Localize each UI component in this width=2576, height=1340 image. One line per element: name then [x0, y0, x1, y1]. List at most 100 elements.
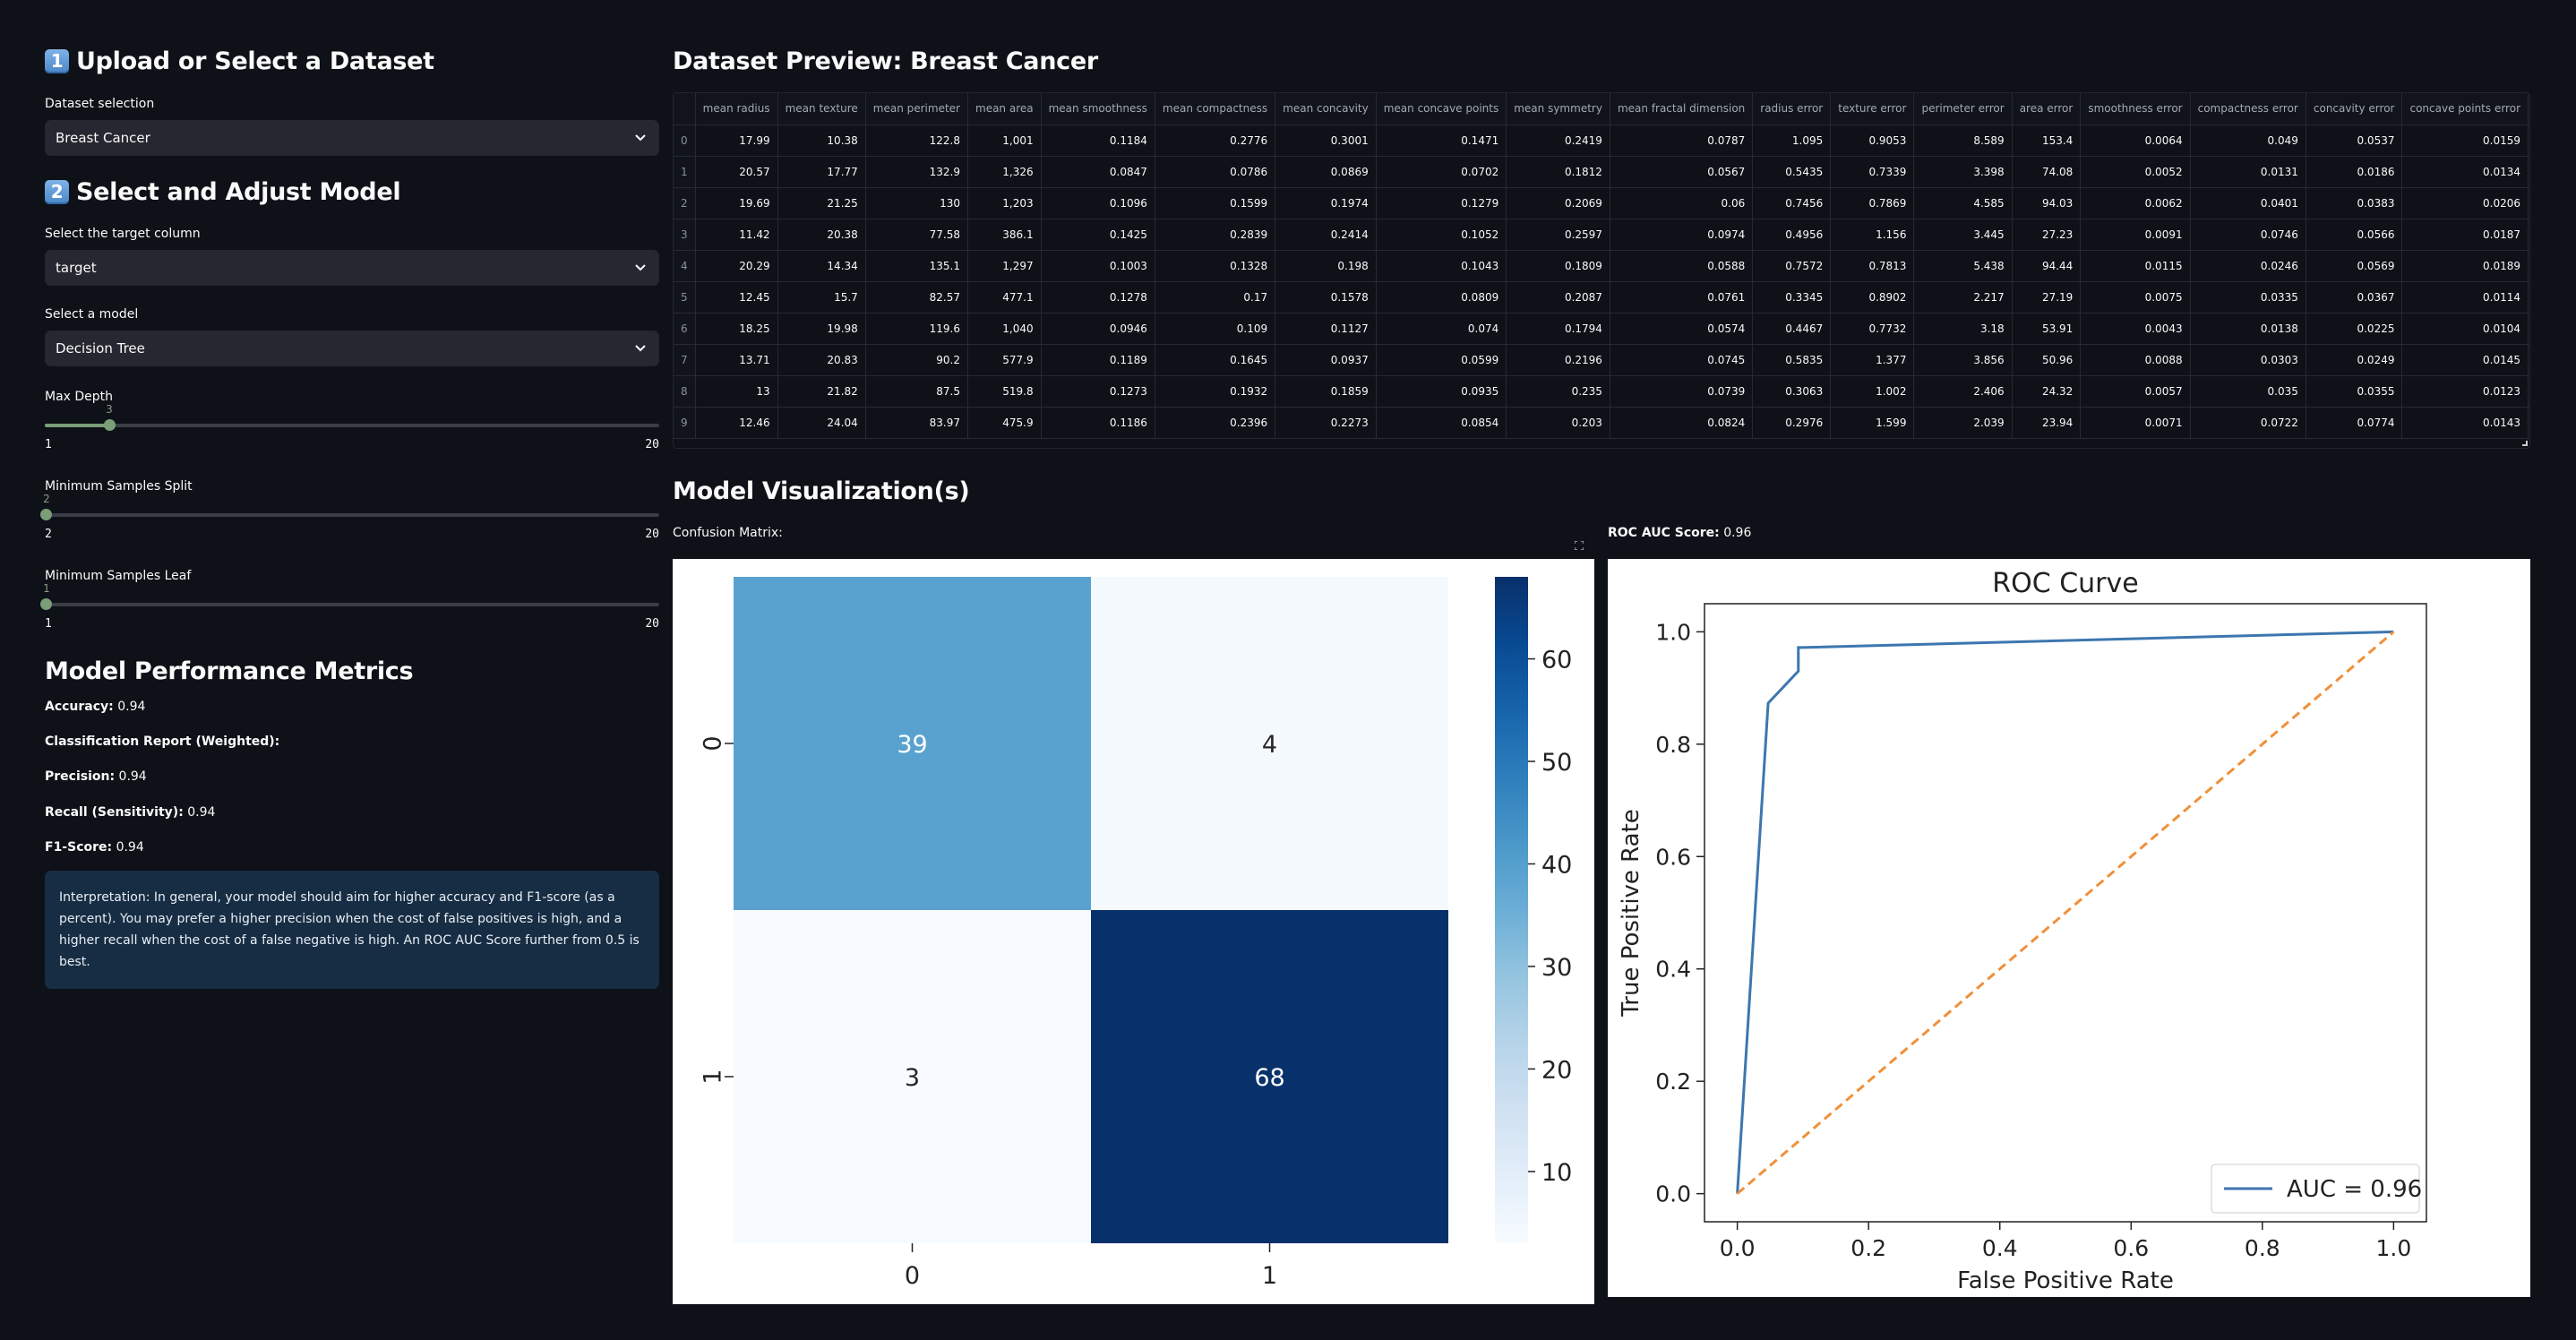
table-cell[interactable]: 0.0537	[2306, 125, 2403, 157]
table-cell[interactable]: 0.1278	[1041, 281, 1155, 314]
table-cell[interactable]: 0.0062	[2080, 187, 2191, 219]
table-cell[interactable]: 53.91	[2012, 313, 2082, 345]
table-cell[interactable]: 0.0574	[1610, 313, 1754, 345]
table-cell[interactable]: 0.2414	[1275, 219, 1377, 251]
table-cell[interactable]: 0.7732	[1830, 313, 1915, 345]
table-cell[interactable]: 0.5435	[1752, 156, 1832, 188]
table-cell[interactable]: 0.1932	[1155, 375, 1276, 408]
table-cell[interactable]: 20.83	[777, 344, 866, 376]
table-cell[interactable]: 0.2273	[1275, 407, 1377, 439]
table-cell[interactable]: 0.235	[1506, 375, 1610, 408]
table-cell[interactable]: 1.156	[1830, 219, 1915, 251]
table-cell[interactable]: 0.0134	[2401, 156, 2529, 188]
table-cell[interactable]: 1,040	[967, 313, 1042, 345]
table-cell[interactable]: 0.1794	[1506, 313, 1610, 345]
table-cell[interactable]: 3.445	[1913, 219, 2013, 251]
table-cell[interactable]	[2528, 344, 2529, 376]
table-cell[interactable]: 0.0567	[1610, 156, 1754, 188]
table-cell[interactable]: 132.9	[865, 156, 969, 188]
row-index[interactable]: 1	[674, 156, 696, 188]
table-cell[interactable]	[2528, 313, 2529, 345]
table-cell[interactable]: 0.0249	[2306, 344, 2403, 376]
table-cell[interactable]: 0.7456	[1752, 187, 1832, 219]
table-cell[interactable]: 0.0599	[1376, 344, 1507, 376]
table-cell[interactable]: 0.0935	[1376, 375, 1507, 408]
table-cell[interactable]: 0.035	[2190, 375, 2306, 408]
table-cell[interactable]: 5.438	[1913, 250, 2013, 282]
table-cell[interactable]: 0.0847	[1041, 156, 1155, 188]
row-index[interactable]: 4	[674, 250, 696, 282]
table-cell[interactable]: 0.4467	[1752, 313, 1832, 345]
table-cell[interactable]	[2528, 219, 2529, 251]
column-header[interactable]: mean texture	[777, 93, 866, 125]
row-index[interactable]: 5	[674, 281, 696, 314]
table-cell[interactable]: 12.45	[695, 281, 778, 314]
table-cell[interactable]: 0.1599	[1155, 187, 1276, 219]
table-cell[interactable]: 4.585	[1913, 187, 2013, 219]
table-cell[interactable]: 3.398	[1913, 156, 2013, 188]
table-cell[interactable]: 153.4	[2012, 125, 2082, 157]
row-index[interactable]: 8	[674, 375, 696, 408]
table-cell[interactable]: 0.0189	[2401, 250, 2529, 282]
table-cell[interactable]: 0.1003	[1041, 250, 1155, 282]
table-cell[interactable]: 2.217	[1913, 281, 2013, 314]
table-cell[interactable]: 0.1279	[1376, 187, 1507, 219]
table-cell[interactable]: 0.0566	[2306, 219, 2403, 251]
table-cell[interactable]: 0.198	[1275, 250, 1377, 282]
table-cell[interactable]: 20.57	[695, 156, 778, 188]
table-cell[interactable]: 0.8902	[1830, 281, 1915, 314]
slider-thumb[interactable]	[40, 509, 52, 520]
table-cell[interactable]: 13	[695, 375, 778, 408]
table-cell[interactable]: 18.25	[695, 313, 778, 345]
table-cell[interactable]: 577.9	[967, 344, 1042, 376]
table-cell[interactable]: 0.4956	[1752, 219, 1832, 251]
table-cell[interactable]: 0.0335	[2190, 281, 2306, 314]
target-select[interactable]: target	[45, 250, 659, 286]
min-samples-leaf-slider[interactable]: 1 1 20	[40, 571, 659, 633]
table-cell[interactable]: 0.0143	[2401, 407, 2529, 439]
table-cell[interactable]: 0.0739	[1610, 375, 1754, 408]
column-header[interactable]: perimeter error	[1913, 93, 2013, 125]
column-header[interactable]: smoothness error	[2080, 93, 2191, 125]
table-cell[interactable]: 0.0123	[2401, 375, 2529, 408]
slider-thumb[interactable]	[40, 598, 52, 610]
table-cell[interactable]: 0.0383	[2306, 187, 2403, 219]
table-cell[interactable]: 519.8	[967, 375, 1042, 408]
table-resize-handle-icon[interactable]	[2522, 441, 2528, 446]
table-cell[interactable]: 0.049	[2190, 125, 2306, 157]
table-cell[interactable]: 0.0131	[2190, 156, 2306, 188]
table-cell[interactable]: 3.856	[1913, 344, 2013, 376]
table-cell[interactable]: 0.0104	[2401, 313, 2529, 345]
table-cell[interactable]: 0.0367	[2306, 281, 2403, 314]
table-cell[interactable]: 1,001	[967, 125, 1042, 157]
table-cell[interactable]: 0.1328	[1155, 250, 1276, 282]
table-cell[interactable]: 20.29	[695, 250, 778, 282]
table-cell[interactable]: 12.46	[695, 407, 778, 439]
column-header[interactable]: mean compactness	[1155, 93, 1276, 125]
table-cell[interactable]: 0.1043	[1376, 250, 1507, 282]
dataset-select[interactable]: Breast Cancer	[45, 120, 659, 156]
table-cell[interactable]: 0.0186	[2306, 156, 2403, 188]
table-cell[interactable]: 19.98	[777, 313, 866, 345]
row-index[interactable]: 0	[674, 125, 696, 157]
table-cell[interactable]: 0.0787	[1610, 125, 1754, 157]
column-header[interactable]: concavity error	[2306, 93, 2403, 125]
column-header[interactable]: mean area	[967, 93, 1042, 125]
column-header[interactable]: radius error	[1752, 93, 1832, 125]
table-cell[interactable]: 0.1859	[1275, 375, 1377, 408]
table-cell[interactable]: 0.5835	[1752, 344, 1832, 376]
table-cell[interactable]: 0.1425	[1041, 219, 1155, 251]
table-cell[interactable]: 0.0159	[2401, 125, 2529, 157]
table-cell[interactable]: 0.0722	[2190, 407, 2306, 439]
table-cell[interactable]: 0.203	[1506, 407, 1610, 439]
row-index[interactable]: 3	[674, 219, 696, 251]
table-cell[interactable]: 0.0114	[2401, 281, 2529, 314]
table-cell[interactable]: 0.17	[1155, 281, 1276, 314]
table-cell[interactable]: 0.06	[1610, 187, 1754, 219]
table-cell[interactable]: 0.0588	[1610, 250, 1754, 282]
table-cell[interactable]: 0.3063	[1752, 375, 1832, 408]
table-cell[interactable]: 0.3345	[1752, 281, 1832, 314]
table-cell[interactable]: 386.1	[967, 219, 1042, 251]
table-cell[interactable]: 0.0091	[2080, 219, 2191, 251]
table-cell[interactable]: 475.9	[967, 407, 1042, 439]
